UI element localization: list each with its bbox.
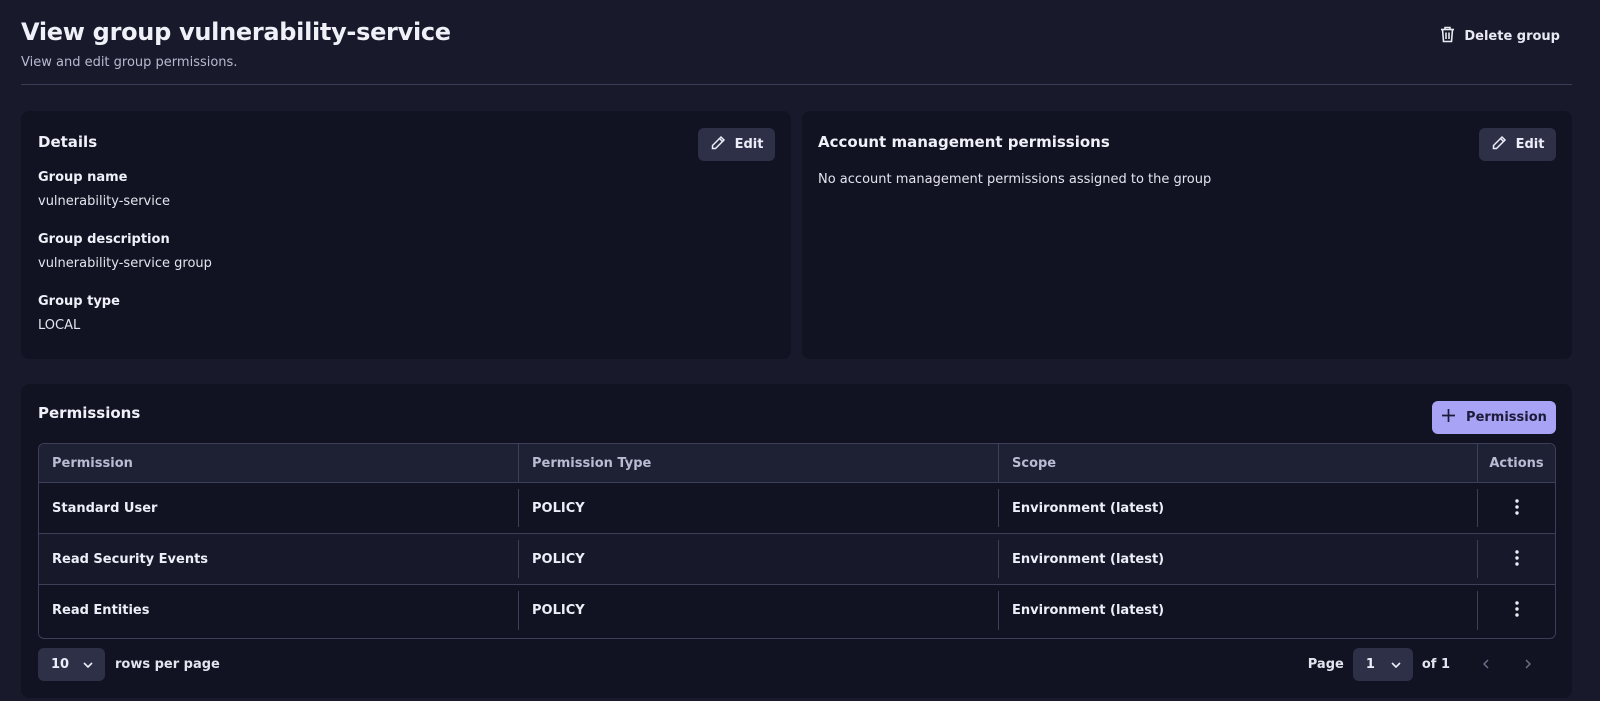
permissions-table: Permission Permission Type Scope Actions…	[38, 443, 1556, 639]
next-page-button[interactable]	[1511, 648, 1544, 681]
row-actions-button[interactable]	[1503, 494, 1531, 522]
permission-cell: Read Security Events	[39, 534, 519, 584]
rows-per-page-control: 10 rows per page	[38, 648, 220, 681]
page-title: View group vulnerability-service	[21, 18, 451, 46]
group-type-value: LOCAL	[38, 318, 81, 333]
details-edit-label: Edit	[734, 137, 764, 152]
actions-cell	[1478, 483, 1555, 533]
pencil-icon	[710, 135, 726, 155]
pagination: Page 1 of 1	[1308, 648, 1544, 681]
rows-per-page-label: rows per page	[115, 657, 220, 672]
plus-icon	[1441, 408, 1456, 427]
details-card: Details Edit Group name vulnerability-se…	[21, 111, 791, 359]
column-header-actions: Actions	[1489, 455, 1544, 471]
table-header: Permission Permission Type Scope Actions	[39, 444, 1555, 483]
group-type-label: Group type	[38, 294, 120, 309]
actions-cell	[1478, 534, 1555, 584]
column-header-permission-type[interactable]: Permission Type	[519, 444, 999, 482]
scope-cell: Environment (latest)	[999, 585, 1478, 636]
details-edit-button[interactable]: Edit	[698, 128, 775, 161]
rows-per-page-value: 10	[51, 657, 70, 672]
chevron-right-icon	[1524, 657, 1531, 672]
page-subtitle: View and edit group permissions.	[21, 55, 238, 70]
scope-cell: Environment (latest)	[999, 534, 1478, 584]
group-name-value: vulnerability-service	[38, 194, 170, 209]
group-description-field: Group description vulnerability-service …	[38, 232, 212, 271]
group-type-field: Group type LOCAL	[38, 294, 120, 333]
chevron-left-icon	[1482, 657, 1489, 672]
account-management-empty-text: No account management permissions assign…	[818, 172, 1212, 187]
add-permission-button[interactable]: Permission	[1432, 401, 1556, 434]
page-count-label: of 1	[1421, 657, 1450, 672]
scope-cell: Environment (latest)	[999, 483, 1478, 533]
kebab-icon	[1514, 549, 1519, 569]
chevron-down-icon	[1391, 657, 1401, 672]
current-page-value: 1	[1365, 657, 1375, 672]
previous-page-button[interactable]	[1469, 648, 1502, 681]
table-row: Standard User POLICY Environment (latest…	[39, 483, 1555, 534]
permission-cell: Standard User	[39, 483, 519, 533]
page-select[interactable]: 1	[1352, 648, 1413, 681]
row-actions-button[interactable]	[1503, 597, 1531, 625]
permission-type-cell: POLICY	[519, 483, 999, 533]
column-header-scope[interactable]: Scope	[999, 444, 1478, 482]
rows-per-page-select[interactable]: 10	[38, 648, 105, 681]
delete-group-label: Delete group	[1464, 28, 1560, 44]
trash-icon	[1440, 26, 1455, 47]
table-row: Read Entities POLICY Environment (latest…	[39, 585, 1555, 636]
group-description-label: Group description	[38, 232, 170, 247]
page-label: Page	[1307, 657, 1344, 672]
permission-cell: Read Entities	[39, 585, 519, 636]
permission-type-cell: POLICY	[519, 534, 999, 584]
permissions-title: Permissions	[38, 404, 141, 422]
permission-type-cell: POLICY	[519, 585, 999, 636]
table-row: Read Security Events POLICY Environment …	[39, 534, 1555, 585]
group-description-value: vulnerability-service group	[38, 256, 212, 271]
permissions-card: Permissions Permission Permission Permis…	[21, 384, 1572, 698]
details-title: Details	[38, 133, 98, 151]
kebab-icon	[1514, 498, 1519, 518]
pencil-icon	[1491, 135, 1507, 155]
delete-group-button[interactable]: Delete group	[1440, 24, 1560, 48]
group-name-field: Group name vulnerability-service	[38, 170, 170, 209]
account-management-edit-label: Edit	[1515, 137, 1545, 152]
add-permission-label: Permission	[1466, 410, 1547, 425]
account-management-title: Account management permissions	[818, 133, 1110, 151]
actions-cell	[1478, 585, 1555, 636]
kebab-icon	[1514, 601, 1519, 620]
page-header: View group vulnerability-service View an…	[21, 18, 1572, 85]
column-header-permission[interactable]: Permission	[39, 444, 519, 482]
group-name-label: Group name	[38, 170, 128, 185]
chevron-down-icon	[83, 657, 93, 672]
row-actions-button[interactable]	[1503, 545, 1531, 573]
account-management-edit-button[interactable]: Edit	[1479, 128, 1556, 161]
account-management-card: Account management permissions Edit No a…	[802, 111, 1572, 359]
